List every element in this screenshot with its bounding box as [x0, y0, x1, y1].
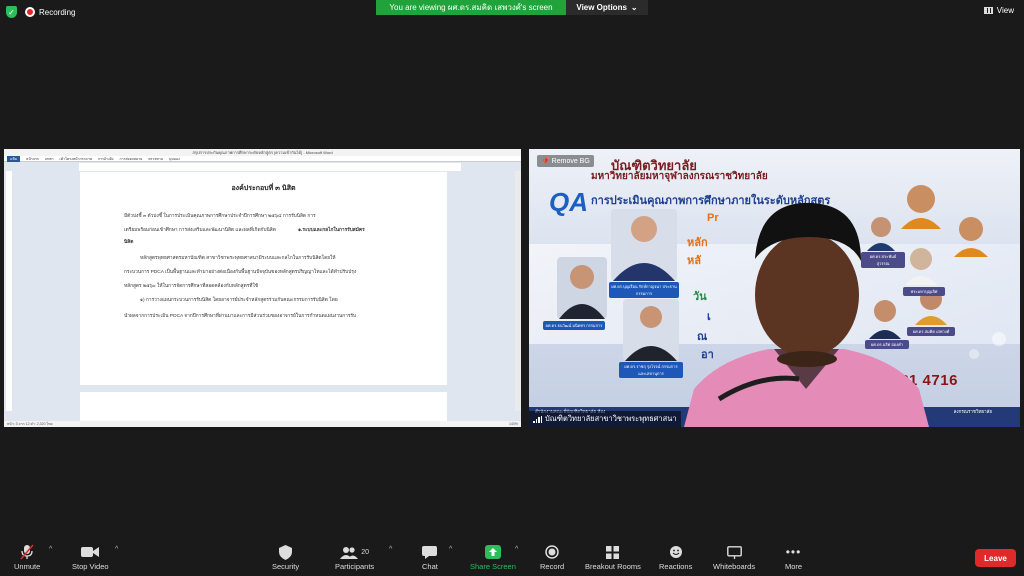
share-screen-button[interactable]: Share Screen [470, 544, 516, 571]
whiteboards-label: Whiteboards [713, 562, 756, 571]
chat-button[interactable]: Chat [422, 544, 438, 571]
security-button[interactable]: Security [272, 544, 299, 571]
participants-caret-icon[interactable]: ^ [389, 546, 392, 553]
audio-options-caret-icon[interactable]: ^ [49, 546, 52, 553]
document-line: ๑.ระบบและกลไกในการรับสมัคร [298, 228, 365, 233]
signal-strength-icon [533, 415, 542, 423]
remove-bg-button[interactable]: 📌 Remove BG [537, 155, 594, 167]
more-dots-icon: ••• [785, 545, 802, 559]
document-line: ๑) การวางแผนกระบวนการรับนิสิต โดยอาจารย์… [140, 298, 338, 303]
document-page: องค์ประกอบที่ ๓ นิสิต มีตัวบ่งชี้ ๓ ตัวบ… [80, 172, 447, 385]
participants-button[interactable]: 20 Participants [335, 544, 374, 571]
reactions-label: Reactions [659, 562, 693, 571]
zoom-meeting-window: ✓ Recording You are viewing ผศ.ดร.สมคิด … [0, 0, 1024, 576]
whiteboard-icon [726, 544, 742, 560]
document-line: มีตัวบ่งชี้ ๓ ตัวบ่งชี้ ในการประเมินคุณภ… [124, 214, 316, 219]
viewing-banner: You are viewing ผศ.ดร.สมคิด เสพวงศ์'s sc… [376, 0, 566, 15]
breakout-rooms-label: Breakout Rooms [585, 562, 641, 571]
participant-name: บัณฑิตวิทยาลัยสาขาวิชาพระพุทธศาสนา [545, 414, 677, 423]
reactions-button[interactable]: Reactions [659, 544, 692, 571]
word-vertical-ruler [6, 171, 12, 411]
video-options-caret-icon[interactable]: ^ [115, 546, 118, 553]
muted-microphone-icon [20, 544, 34, 560]
chevron-down-icon: ⌄ [630, 3, 638, 12]
record-label: Record [540, 562, 565, 571]
ribbon-tab: แทรก [44, 156, 54, 161]
participants-label: Participants [335, 562, 375, 571]
unmute-label: Unmute [14, 562, 41, 571]
document-heading: องค์ประกอบที่ ๓ นิสิต [231, 185, 296, 192]
shield-icon [279, 544, 293, 560]
word-ribbon-tabs: แฟ้ม หน้าแรก แทรก เค้าโครงหน้ากระดาษ การ… [4, 155, 521, 162]
whiteboards-button[interactable]: Whiteboards [713, 544, 755, 571]
unmute-button[interactable]: Unmute [14, 544, 40, 571]
ribbon-tab: การส่งจดหมาย [119, 156, 143, 161]
remove-bg-label: Remove BG [551, 158, 590, 165]
meeting-toolbar: Unmute ^ Stop Video ^ Security 20 Partic… [0, 536, 1024, 576]
document-line: นำผลจากการประเมิน PDCA จากปีการศึกษาที่ผ… [124, 314, 357, 319]
photo-caption: ผศ.ดร.ธนวัฒน์ มนิดทร กรรมการ [543, 321, 605, 330]
ribbon-tab: แฟ้ม [7, 155, 21, 162]
ribbon-tab: มุมมอง [169, 156, 180, 161]
word-status-text: หน้า: 3 จาก 12 คำ: 2,320 ไทย [7, 422, 53, 426]
share-screen-label: Share Screen [470, 562, 516, 571]
view-options-label: View Options [576, 3, 627, 12]
more-label: More [785, 562, 803, 571]
participant-person [684, 202, 929, 427]
video-camera-icon [81, 544, 100, 560]
participant-name-bar: บัณฑิตวิทยาลัยสาขาวิชาพระพุทธศาสนา [529, 411, 681, 427]
photo-caption: ผศ.ดร.บุญเรือน รักษ์กาญจนา ประธานกรรมการ [609, 282, 679, 298]
word-status-bar: หน้า: 3 จาก 12 คำ: 2,320 ไทย 140% [4, 421, 521, 427]
document-line: หลักสูตร ๒๕๖๐ ให้ในการจัดการศึกษาที่สอดค… [124, 284, 259, 289]
word-ruler [79, 163, 461, 171]
ribbon-tab: ตรวจทาน [148, 156, 164, 161]
encryption-shield-icon[interactable]: ✓ [6, 6, 17, 18]
stop-video-button[interactable]: Stop Video [72, 544, 109, 571]
shared-screen-document[interactable]: สรุปการประกันคุณภาพการศึกษาระดับหลักสูตร… [4, 149, 521, 427]
participants-icon: 20 [340, 544, 369, 560]
view-label: View [996, 6, 1014, 15]
recording-indicator[interactable]: Recording [25, 7, 75, 17]
share-caret-icon[interactable]: ^ [515, 546, 518, 553]
poster-footer-right: ลงกรณราชวิทยาลัย [953, 409, 992, 414]
chat-caret-icon[interactable]: ^ [449, 546, 452, 553]
chat-label: Chat [422, 562, 438, 571]
recording-label: Recording [39, 7, 76, 17]
document-line: กระบวนการ PDCA เป็นพื้นฐานและทำมาอย่างต่… [124, 270, 357, 275]
document-line: หลักสูตรพุทธศาสตรมหาบัณฑิต สาขาวิชาพระพุ… [140, 256, 336, 261]
view-options-button[interactable]: View Options ⌄ [566, 0, 648, 15]
ribbon-tab: หน้าแรก [26, 156, 39, 161]
share-screen-icon [484, 544, 501, 560]
document-scrollbar[interactable] [515, 171, 521, 411]
ribbon-tab: เค้าโครงหน้ากระดาษ [59, 156, 92, 161]
more-button[interactable]: ••• More [785, 544, 802, 571]
participant-video-tile[interactable]: บัณฑิตวิทยาลัย มหาวิทยาลัยมหาจุฬาลงกรณรา… [529, 149, 1020, 427]
reaction-smile-icon [669, 544, 683, 560]
record-icon [545, 544, 559, 560]
breakout-rooms-button[interactable]: Breakout Rooms [585, 544, 641, 571]
record-button[interactable]: Record [540, 544, 564, 571]
view-button[interactable]: View [983, 6, 1014, 15]
document-line: เตรียมพร้อมก่อนเข้าศึกษา การส่งเสริมและพ… [124, 228, 276, 233]
word-zoom-level: 140% [509, 422, 518, 426]
ribbon-tab: การอ้างอิง [97, 156, 114, 161]
participants-count: 20 [361, 548, 369, 556]
photo-caption: ผศ.ดร.ราชฤ รุ่งโรจน์ กรรมการและเลขานุการ [619, 362, 683, 378]
top-status: ✓ Recording [6, 6, 75, 18]
leave-button[interactable]: Leave [975, 549, 1016, 567]
record-dot-icon [25, 7, 35, 17]
stop-video-label: Stop Video [72, 562, 109, 571]
gallery-grid-icon [983, 7, 993, 14]
document-line: นิสิต [124, 240, 134, 245]
breakout-rooms-icon [606, 544, 620, 560]
pin-icon: 📌 [541, 158, 550, 165]
chat-bubble-icon [422, 544, 438, 560]
security-label: Security [272, 562, 300, 571]
